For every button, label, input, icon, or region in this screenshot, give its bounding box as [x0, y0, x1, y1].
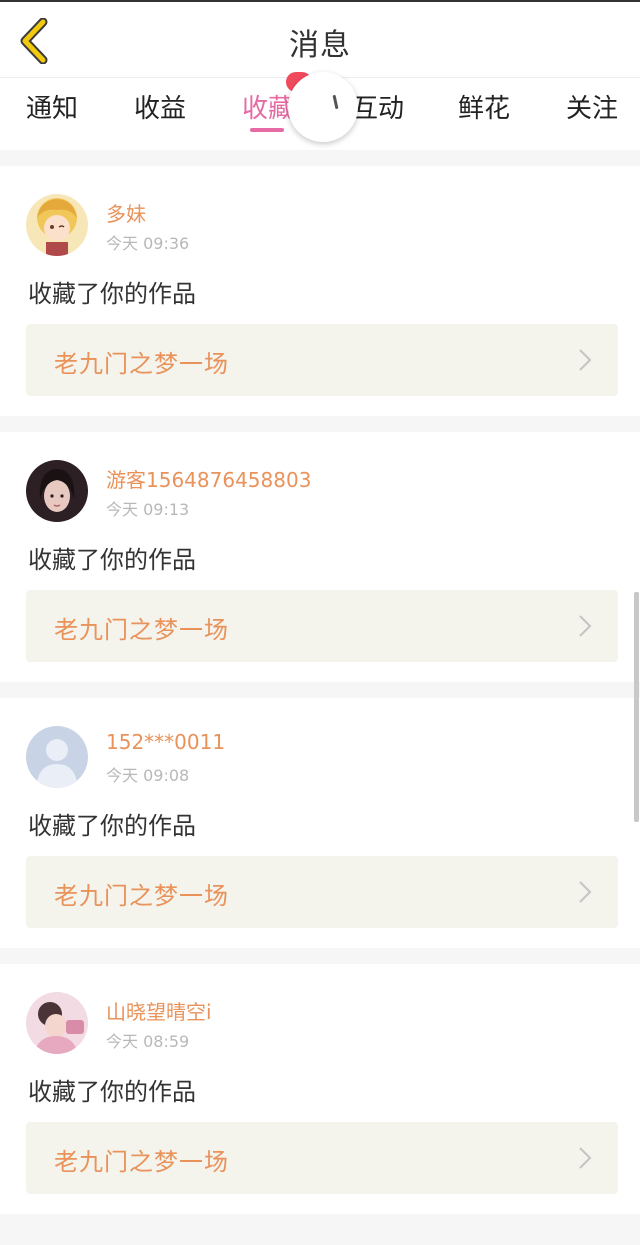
- action-text: 收藏了你的作品: [28, 1078, 196, 1106]
- chevron-right-icon: [579, 615, 592, 637]
- active-tab-indicator: [250, 128, 284, 132]
- tab-earnings[interactable]: 收益: [134, 88, 186, 125]
- page-title: 消息: [289, 28, 351, 63]
- action-text: 收藏了你的作品: [28, 812, 196, 840]
- message-card: 152***0011 今天 09:08 收藏了你的作品 老九门之梦一场: [0, 698, 640, 948]
- work-title: 老九门之梦一场: [54, 616, 229, 644]
- work-link[interactable]: 老九门之梦一场: [26, 1122, 618, 1194]
- timestamp: 今天 09:13: [106, 500, 190, 519]
- message-card: 山晓望晴空i 今天 08:59 收藏了你的作品 老九门之梦一场: [0, 964, 640, 1214]
- default-avatar-icon[interactable]: [26, 726, 88, 788]
- chevron-right-icon: [579, 881, 592, 903]
- tab-notifications[interactable]: 通知: [26, 88, 78, 125]
- username[interactable]: 多妹: [106, 198, 146, 227]
- tab-favorites[interactable]: 收藏: [242, 88, 294, 125]
- chevron-right-icon: [579, 349, 592, 371]
- action-text: 收藏了你的作品: [28, 280, 196, 308]
- work-title: 老九门之梦一场: [54, 882, 229, 910]
- work-title: 老九门之梦一场: [54, 350, 229, 378]
- avatar[interactable]: [26, 194, 88, 256]
- work-link[interactable]: 老九门之梦一场: [26, 324, 618, 396]
- timestamp: 今天 08:59: [106, 1032, 190, 1051]
- tab-interactions[interactable]: 互动: [352, 88, 404, 125]
- message-card: 游客1564876458803 今天 09:13 收藏了你的作品 老九门之梦一场: [0, 432, 640, 682]
- timestamp: 今天 09:36: [106, 234, 190, 253]
- tab-flowers[interactable]: 鲜花: [458, 88, 510, 125]
- timestamp: 今天 09:08: [106, 766, 190, 785]
- refresh-spinner: [288, 72, 358, 142]
- message-card: 多妹 今天 09:36 收藏了你的作品 老九门之梦一场: [0, 166, 640, 416]
- username[interactable]: 152***0011: [106, 730, 225, 754]
- message-list: 多妹 今天 09:36 收藏了你的作品 老九门之梦一场 游客1564876458…: [0, 166, 640, 1230]
- chevron-right-icon: [579, 1147, 592, 1169]
- username[interactable]: 游客1564876458803: [106, 464, 311, 493]
- work-link[interactable]: 老九门之梦一场: [26, 856, 618, 928]
- tab-follows[interactable]: 关注: [566, 88, 618, 125]
- scrollbar[interactable]: [634, 592, 639, 822]
- work-link[interactable]: 老九门之梦一场: [26, 590, 618, 662]
- username[interactable]: 山晓望晴空i: [106, 996, 212, 1025]
- avatar[interactable]: [26, 460, 88, 522]
- work-title: 老九门之梦一场: [54, 1148, 229, 1176]
- action-text: 收藏了你的作品: [28, 546, 196, 574]
- avatar[interactable]: [26, 992, 88, 1054]
- top-bar: 消息: [0, 0, 640, 78]
